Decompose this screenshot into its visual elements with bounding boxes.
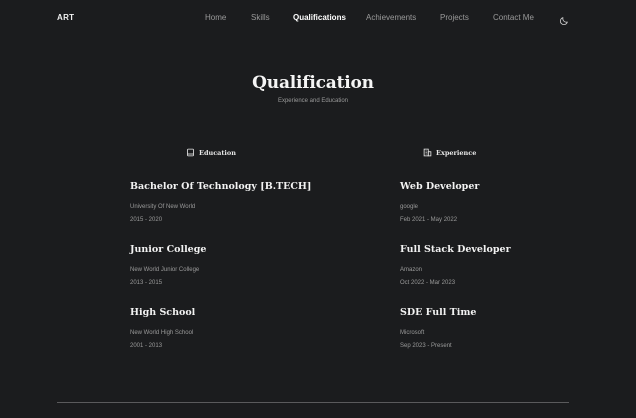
- education-item-institution: New World High School: [130, 330, 194, 336]
- nav-link-home[interactable]: Home: [205, 13, 226, 22]
- theme-toggle-button[interactable]: [559, 13, 569, 26]
- education-item-title: High School: [130, 307, 196, 318]
- tab-experience[interactable]: Experience: [423, 147, 476, 158]
- experience-item-title: Full Stack Developer: [400, 244, 511, 255]
- section-title: Qualification: [252, 73, 374, 93]
- nav-link-contact-me[interactable]: Contact Me: [493, 13, 534, 22]
- book-icon: [187, 148, 194, 157]
- nav-link-skills[interactable]: Skills: [251, 13, 270, 22]
- education-item-title: Bachelor Of Technology [B.TECH]: [130, 181, 312, 192]
- site-logo[interactable]: ART: [57, 13, 74, 22]
- education-item-date: 2015 - 2020: [130, 217, 163, 223]
- section-subtitle: Experience and Education: [277, 98, 349, 104]
- experience-item-company: google: [400, 204, 419, 210]
- footer-divider: [57, 402, 569, 403]
- experience-item-company: Amazon: [400, 267, 423, 273]
- moon-icon: [559, 17, 568, 26]
- building-icon: [423, 148, 432, 157]
- experience-item-title: SDE Full Time: [400, 307, 477, 318]
- experience-item-title: Web Developer: [400, 181, 480, 192]
- education-item: Bachelor Of Technology [B.TECH] Universi…: [130, 181, 311, 224]
- education-item-institution: University Of New World: [130, 204, 196, 210]
- experience-item: Full Stack Developer Amazon Oct 2022 - M…: [400, 244, 511, 287]
- experience-item-date: Sep 2023 - Present: [400, 343, 452, 349]
- education-item-date: 2013 - 2015: [130, 280, 163, 286]
- experience-item-date: Feb 2021 - May 2022: [400, 217, 458, 223]
- experience-item: Web Developer google Feb 2021 - May 2022: [400, 181, 479, 224]
- experience-item-company: Microsoft: [400, 330, 425, 336]
- education-item-date: 2001 - 2013: [130, 343, 163, 349]
- site-header: ART Home Skills Qualifications Achieveme…: [0, 0, 636, 38]
- experience-item: SDE Full Time Microsoft Sep 2023 - Prese…: [400, 307, 476, 350]
- education-item-title: Junior College: [130, 244, 207, 255]
- nav-link-qualifications[interactable]: Qualifications: [293, 13, 346, 22]
- nav-link-projects[interactable]: Projects: [440, 13, 469, 22]
- nav-link-achievements[interactable]: Achievements: [366, 13, 416, 22]
- education-item: Junior College New World Junior College …: [130, 244, 206, 287]
- experience-heading: Experience: [436, 148, 477, 157]
- education-item-institution: New World Junior College: [130, 267, 200, 273]
- education-item: High School New World High School 2001 -…: [130, 307, 195, 350]
- tab-education[interactable]: Education: [186, 147, 236, 158]
- education-heading: Education: [199, 148, 236, 157]
- experience-item-date: Oct 2022 - Mar 2023: [400, 280, 456, 286]
